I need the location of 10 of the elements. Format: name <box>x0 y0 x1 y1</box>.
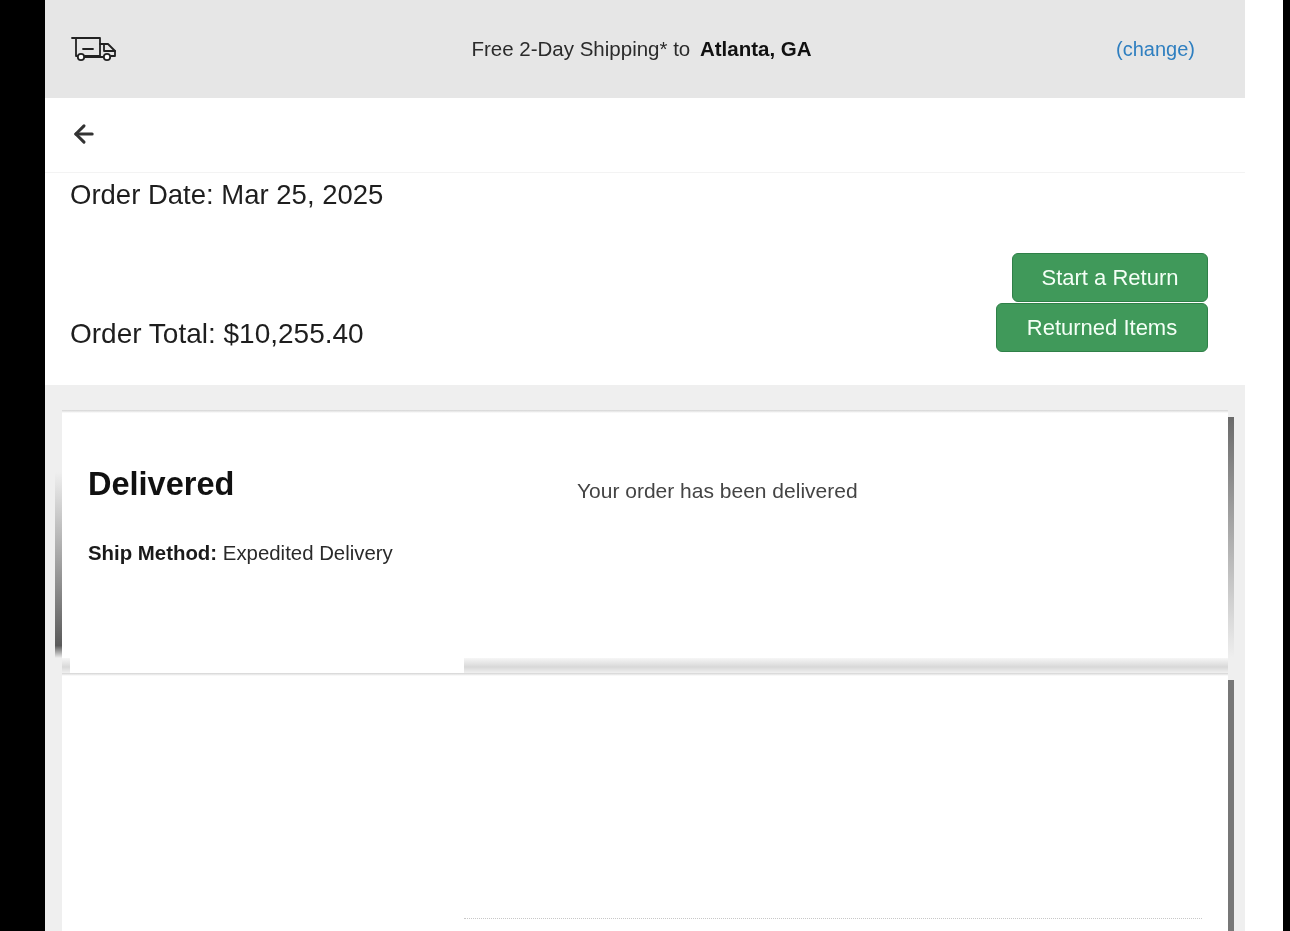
delivery-message: Your order has been delivered <box>577 478 858 504</box>
returned-items-button[interactable]: Returned Items <box>996 303 1208 352</box>
ship-method: Ship Method: Expedited Delivery <box>88 541 393 565</box>
delivery-status: Delivered <box>88 465 235 503</box>
order-total: Order Total: $10,255.40 <box>70 317 364 351</box>
change-location-link[interactable]: (change) <box>1116 37 1195 61</box>
start-return-button[interactable]: Start a Return <box>1012 253 1208 302</box>
truck-icon <box>71 36 117 62</box>
order-date: Order Date: Mar 25, 2025 <box>70 178 384 212</box>
shipping-message: Free 2-Day Shipping* to Atlanta, GA <box>470 37 813 61</box>
